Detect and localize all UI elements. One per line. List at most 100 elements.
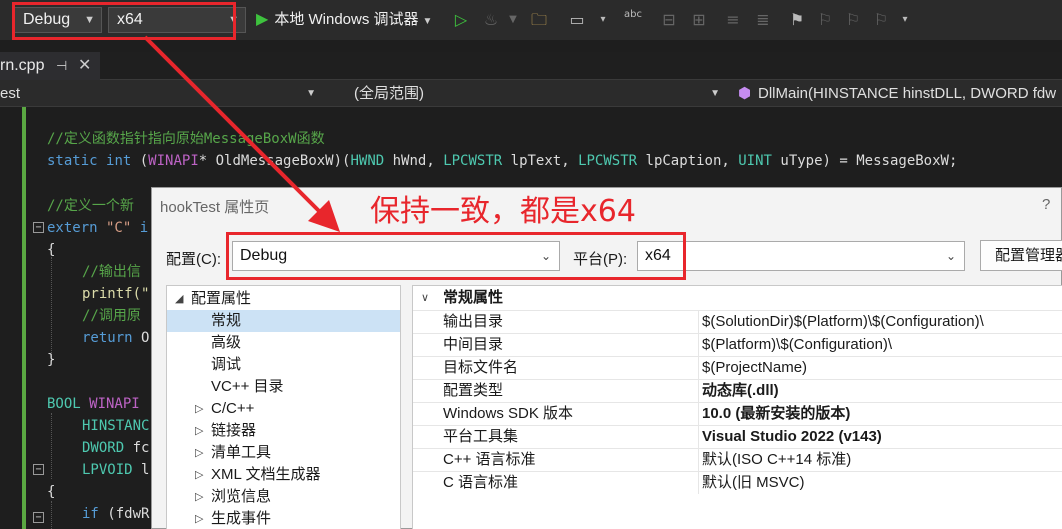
tree-item-label: 配置属性 [191, 290, 252, 307]
tree-item-browse-information[interactable]: ▷ 浏览信息 [167, 486, 400, 508]
tree-item-config-properties[interactable]: ◢ 配置属性 [167, 288, 400, 310]
property-name: 目标文件名 [443, 357, 699, 379]
property-value: 10.0 (最新安装的版本) [702, 405, 851, 422]
member-dropdown[interactable]: ⬢ DllMain(HINSTANCE hinstDLL, DWORD fdw [732, 82, 1062, 105]
indent-guide [51, 501, 52, 529]
scope-value: (全局范围) [354, 85, 424, 102]
collapse-icon[interactable]: − [33, 512, 44, 523]
tree-item-label: 浏览信息 [211, 488, 272, 505]
property-value: 默认(旧 MSVC) [702, 474, 805, 491]
property-name: C++ 语言标准 [443, 449, 699, 471]
tree-item-advanced[interactable]: 高级 [167, 332, 400, 354]
start-debugging-button[interactable]: ▶ 本地 Windows 调试器 ▼ [256, 7, 432, 33]
property-value: $(ProjectName) [702, 359, 808, 376]
property-row[interactable]: Windows SDK 版本 10.0 (最新安装的版本) [413, 402, 1062, 425]
annotation-text: 保持一致，都是x64 [370, 194, 636, 229]
property-row[interactable]: 中间目录 $(Platform)\$(Configuration)\ [413, 333, 1062, 356]
indent-guide [51, 413, 52, 479]
configuration-manager-button[interactable]: 配置管理器 [980, 240, 1062, 271]
member-value: DllMain(HINSTANCE hinstDLL, DWORD fdw [758, 85, 1057, 102]
property-name: 输出目录 [443, 311, 699, 333]
start-debugging-label: 本地 Windows 调试器 [274, 11, 419, 28]
code-line: } [47, 352, 56, 368]
tree-item-label: 常规 [211, 312, 242, 329]
collapse-icon[interactable]: − [33, 222, 44, 233]
code-line: LPVOID l [82, 462, 150, 478]
tree-item-label: VC++ 目录 [211, 378, 284, 395]
project-value: est [0, 85, 21, 102]
property-value: $(SolutionDir)$(Platform)\$(Configuratio… [702, 313, 984, 330]
tree-item-c-cpp[interactable]: ▷ C/C++ [167, 398, 400, 420]
pin-icon[interactable]: ⊣ [56, 52, 67, 80]
chevron-down-icon[interactable]: ▼ [502, 8, 524, 32]
annotation-box-toolbar [12, 2, 236, 40]
tree-item-general[interactable]: 常规 [167, 310, 400, 332]
clear-bookmarks-icon[interactable]: ⚐ [870, 8, 892, 32]
tree-item-label: 生成事件 [211, 510, 272, 527]
chevron-down-icon: ⌄ [945, 249, 956, 263]
property-row[interactable]: 配置类型 动态库(.dll) [413, 379, 1062, 402]
outdent-icon[interactable]: ≣ [752, 8, 774, 32]
document-tab-row: rn.cpp ⊣ ✕ [0, 52, 1062, 80]
property-name: 平台工具集 [443, 426, 699, 448]
code-line: { [47, 484, 56, 500]
collapsed-arrow-icon: ▷ [195, 513, 204, 525]
collapse-icon[interactable]: − [33, 464, 44, 475]
property-row[interactable]: C++ 语言标准 默认(ISO C++14 标准) [413, 448, 1062, 471]
hot-reload-icon[interactable]: ♨ [480, 8, 502, 32]
method-cube-icon: ⬢ [738, 85, 752, 102]
scope-dropdown[interactable]: (全局范围) ▼ [330, 82, 726, 105]
code-line: //调用原 [82, 308, 141, 324]
tab-label: rn.cpp [0, 57, 45, 74]
close-icon[interactable]: ✕ [78, 52, 91, 80]
start-without-debugging-icon[interactable]: ▷ [450, 8, 472, 32]
collapsed-arrow-icon: ▷ [195, 469, 204, 481]
chevron-down-icon: ▼ [306, 88, 316, 99]
property-row[interactable]: 平台工具集 Visual Studio 2022 (v143) [413, 425, 1062, 448]
property-value: 默认(ISO C++14 标准) [702, 451, 852, 468]
property-name: 配置类型 [443, 380, 699, 402]
tree-item-vc-directories[interactable]: VC++ 目录 [167, 376, 400, 398]
collapsed-arrow-icon: ▷ [195, 425, 204, 437]
indent-icon[interactable]: ≡ [722, 8, 744, 32]
uncomment-icon[interactable]: ⊞ [688, 8, 710, 32]
expanded-arrow-icon: ◢ [175, 293, 184, 305]
annotation-box-dialog [226, 232, 686, 280]
chevron-down-icon[interactable]: ▾ [592, 8, 614, 32]
property-row[interactable]: 目标文件名 $(ProjectName) [413, 356, 1062, 379]
property-row[interactable]: C 语言标准 默认(旧 MSVC) [413, 471, 1062, 494]
code-line: //输出信 [82, 264, 141, 280]
chevron-down-icon: ▼ [710, 88, 720, 99]
code-line: //定义函数指针指向原始MessageBoxW函数 [47, 131, 325, 147]
window-layout-icon[interactable]: ▭ [566, 8, 588, 32]
property-grid-category[interactable]: ∨ 常规属性 [413, 286, 1062, 310]
code-line: if (fdwR [82, 506, 150, 522]
dialog-title: hookTest 属性页 [160, 199, 270, 216]
property-value: $(Platform)\$(Configuration)\ [702, 336, 893, 353]
project-dropdown[interactable]: est ▼ [0, 82, 322, 105]
prev-bookmark-icon[interactable]: ⚐ [814, 8, 836, 32]
tab-active-document[interactable]: rn.cpp ⊣ ✕ [0, 52, 100, 80]
platform-combo[interactable]: x64 ⌄ [637, 241, 965, 271]
property-value: Visual Studio 2022 (v143) [702, 428, 882, 445]
tree-item-linker[interactable]: ▷ 链接器 [167, 420, 400, 442]
tree-item-build-events[interactable]: ▷ 生成事件 [167, 508, 400, 529]
tree-item-xml-doc-generator[interactable]: ▷ XML 文档生成器 [167, 464, 400, 486]
bookmark-icon[interactable]: ⚑ [786, 8, 808, 32]
property-name: 中间目录 [443, 334, 699, 356]
tree-item-debugging[interactable]: 调试 [167, 354, 400, 376]
folder-icon[interactable]: 🗀 [528, 8, 550, 32]
property-row[interactable]: 输出目录 $(SolutionDir)$(Platform)\$(Configur… [413, 310, 1062, 333]
property-tree: ◢ 配置属性 常规 高级 调试 VC++ 目录 ▷ C/C++ ▷ 链接器 ▷ 清单工具… [166, 285, 401, 529]
expanded-chevron-icon: ∨ [421, 292, 430, 304]
property-name: C 语言标准 [443, 472, 699, 494]
chevron-down-icon[interactable]: ▾ [894, 8, 916, 32]
change-tracking-margin [22, 107, 26, 529]
help-button[interactable]: ? [1042, 196, 1050, 213]
tree-item-label: 高级 [211, 334, 242, 351]
spell-check-icon[interactable]: abc [622, 8, 644, 32]
next-bookmark-icon[interactable]: ⚐ [842, 8, 864, 32]
comment-icon[interactable]: ⊟ [658, 8, 680, 32]
tree-item-manifest-tool[interactable]: ▷ 清单工具 [167, 442, 400, 464]
code-line: printf(" [82, 286, 150, 302]
